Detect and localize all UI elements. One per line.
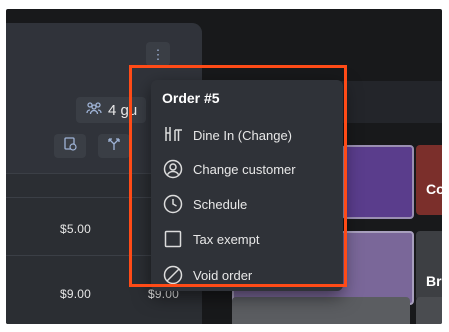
menu-item-tax-exempt[interactable]: Tax exempt bbox=[151, 224, 343, 254]
product-tile[interactable]: Bru bbox=[416, 231, 442, 301]
app-window: Co Bru ⋮ 4 gu bbox=[6, 9, 442, 324]
more-options-button[interactable]: ⋮ bbox=[146, 42, 170, 66]
menu-title: Order #5 bbox=[162, 90, 220, 106]
menu-item-label: Schedule bbox=[193, 196, 248, 212]
guests-icon bbox=[86, 101, 102, 120]
product-tile[interactable] bbox=[416, 297, 442, 324]
receipt-icon bbox=[62, 136, 78, 157]
customer-icon bbox=[162, 158, 184, 180]
product-tile[interactable]: Co bbox=[416, 145, 442, 215]
line-price: $9.00 bbox=[60, 287, 92, 301]
menu-item-label: Change customer bbox=[193, 161, 296, 177]
split-button[interactable] bbox=[98, 134, 130, 158]
menu-item-label: Dine In (Change) bbox=[193, 127, 292, 143]
line-price: $5.00 bbox=[60, 222, 92, 236]
menu-item-void-order[interactable]: Void order bbox=[151, 260, 343, 290]
guests-label: 4 gu bbox=[108, 101, 138, 119]
menu-item-change-customer[interactable]: Change customer bbox=[151, 154, 343, 184]
product-tile[interactable] bbox=[342, 145, 414, 219]
clock-icon bbox=[162, 193, 184, 215]
guests-button[interactable]: 4 gu bbox=[76, 97, 146, 123]
menu-item-schedule[interactable]: Schedule bbox=[151, 189, 343, 219]
void-icon bbox=[162, 264, 184, 286]
kebab-icon: ⋮ bbox=[151, 46, 165, 62]
menu-item-dine-in[interactable]: Dine In (Change) bbox=[151, 120, 343, 150]
dine-in-icon bbox=[162, 124, 184, 146]
checkbox-icon[interactable] bbox=[162, 228, 184, 250]
product-tile[interactable] bbox=[232, 297, 410, 324]
order-actions-menu: Order #5 Dine In (Change) Change custome… bbox=[151, 80, 343, 291]
product-tile-label: Co bbox=[426, 181, 442, 197]
product-tile-label: Bru bbox=[426, 273, 442, 289]
menu-item-label: Tax exempt bbox=[193, 231, 260, 247]
bill-button[interactable] bbox=[54, 134, 86, 158]
split-icon bbox=[106, 136, 122, 157]
menu-item-label: Void order bbox=[193, 267, 253, 283]
